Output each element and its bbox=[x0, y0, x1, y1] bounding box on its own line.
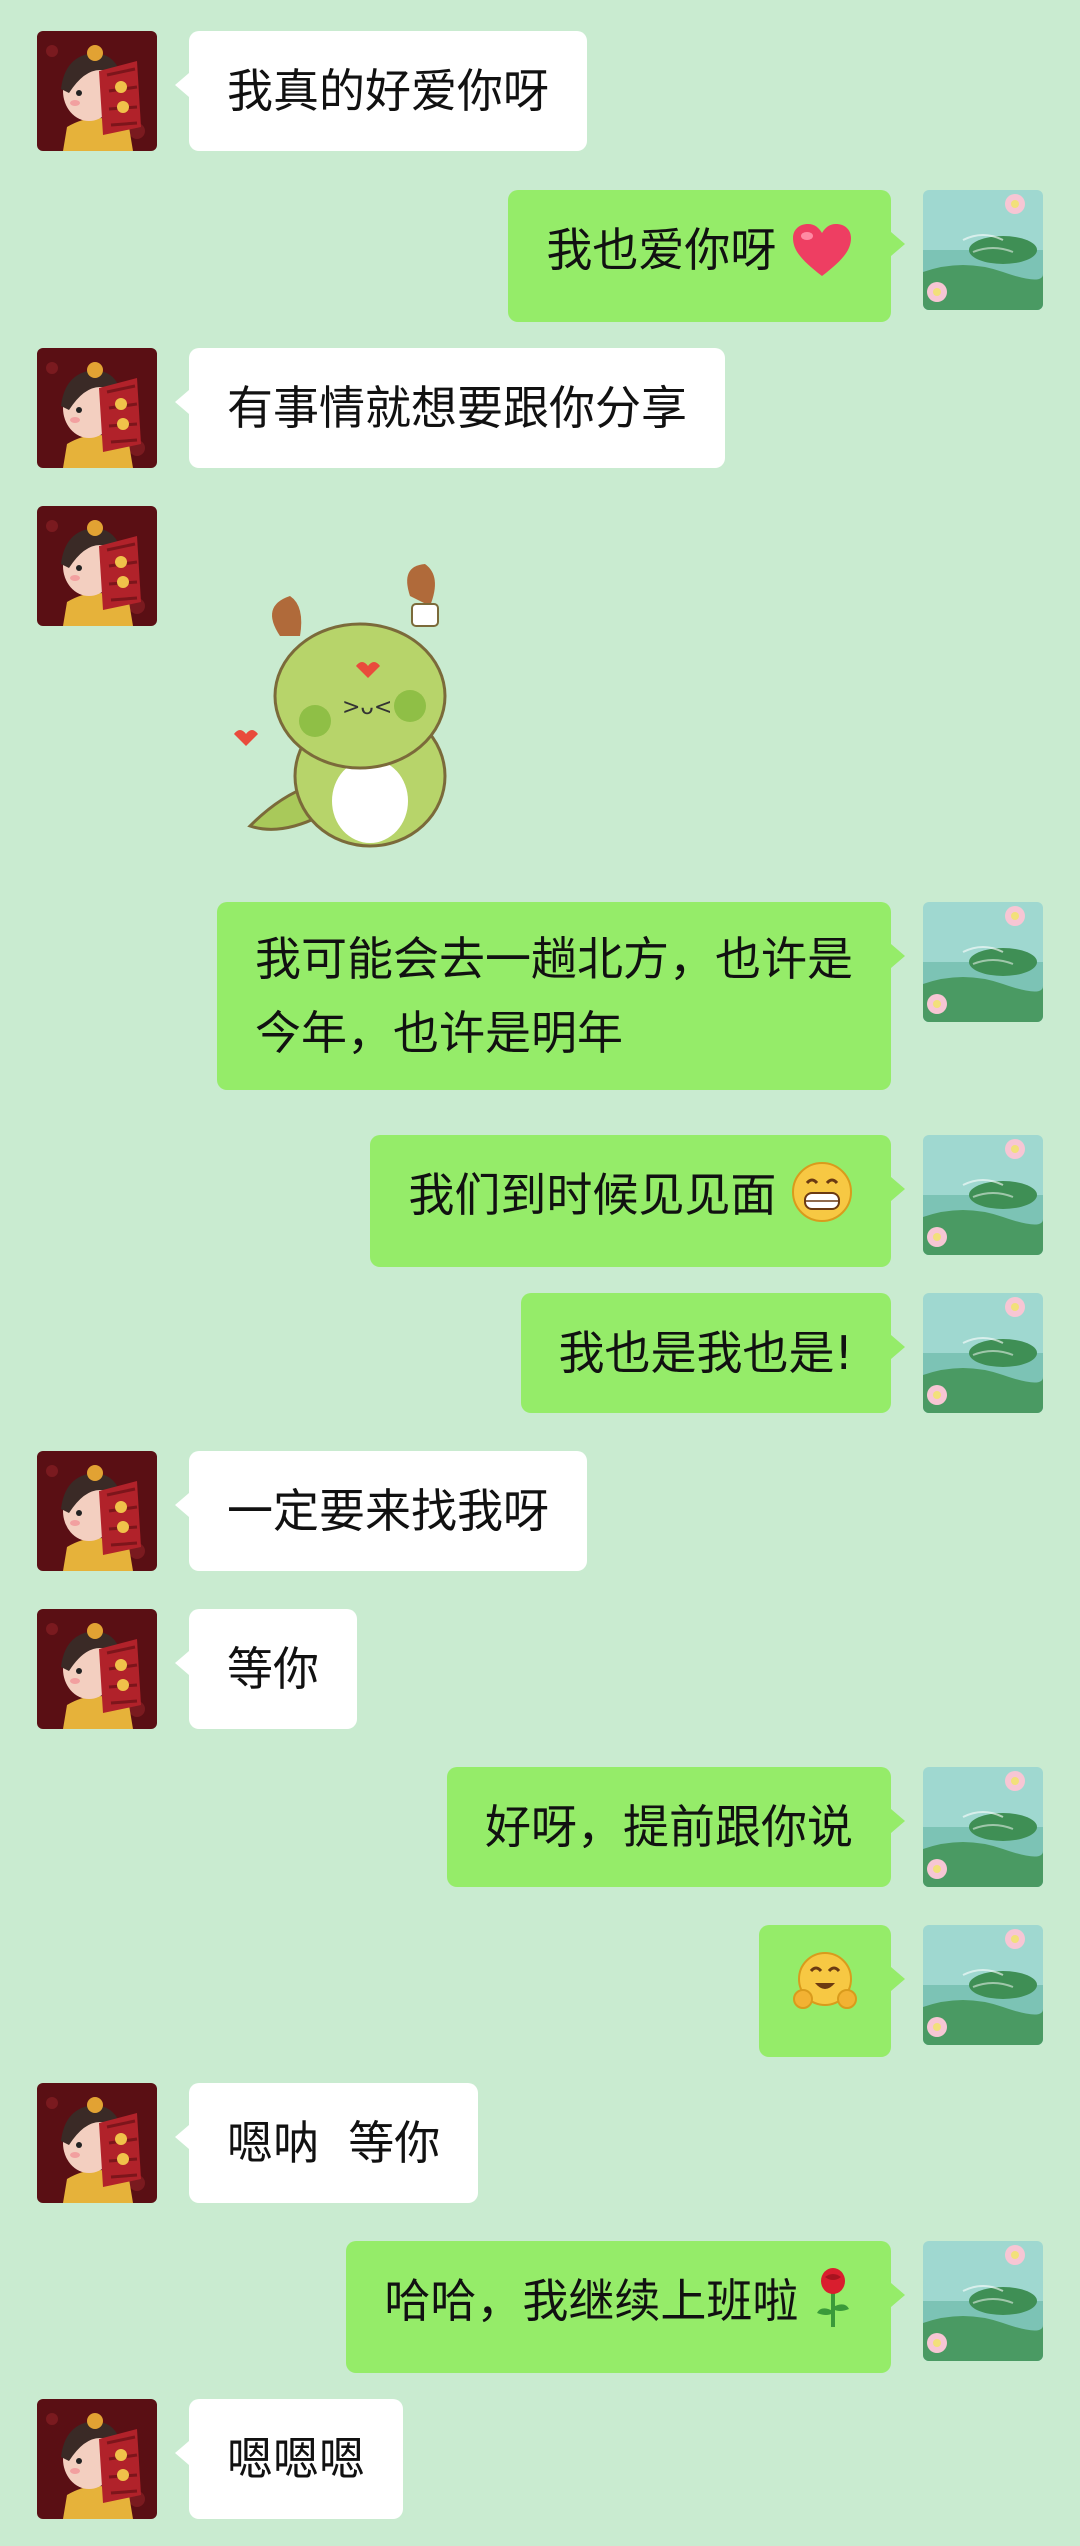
user-avatar[interactable] bbox=[923, 190, 1043, 310]
grin-emoji-icon bbox=[791, 1161, 853, 1243]
message-text: 好呀，提前跟你说 bbox=[485, 1800, 853, 1854]
user-avatar[interactable] bbox=[923, 1767, 1043, 1887]
message-bubble[interactable]: 有事情就想要跟你分享 bbox=[175, 348, 725, 468]
message-bubble[interactable]: 我也爱你呀 bbox=[508, 190, 905, 322]
message-text: 我真的好爱你呀 bbox=[227, 64, 549, 118]
contact-avatar[interactable] bbox=[37, 1609, 157, 1729]
message-bubble[interactable] bbox=[759, 1925, 905, 2057]
message-bubble[interactable]: 等你 bbox=[175, 1609, 357, 1729]
user-avatar[interactable] bbox=[923, 1925, 1043, 2045]
message-bubble[interactable]: 好呀，提前跟你说 bbox=[447, 1767, 905, 1887]
message-bubble[interactable]: 一定要来找我呀 bbox=[175, 1451, 587, 1571]
message-text: 我们到时候见见面 bbox=[408, 1168, 777, 1222]
user-avatar[interactable] bbox=[923, 1293, 1043, 1413]
message-bubble[interactable]: 嗯呐 等你 bbox=[174, 2083, 479, 2203]
message-text: 我也爱你呀 bbox=[546, 223, 777, 277]
message-text-line: 今年，也许是明年 bbox=[255, 1006, 623, 1060]
message-bubble[interactable]: 哈哈，我继续上班啦 bbox=[346, 2241, 905, 2373]
message-bubble[interactable]: 我也是我也是! bbox=[520, 1293, 906, 1413]
contact-avatar[interactable] bbox=[37, 2399, 157, 2519]
user-avatar[interactable] bbox=[923, 2241, 1043, 2361]
message-text-line: 我可能会去一趟北方，也许是 bbox=[255, 932, 853, 986]
message-text: 哈哈，我继续上班啦 bbox=[384, 2274, 799, 2328]
message-bubble[interactable]: 嗯嗯嗯 bbox=[175, 2399, 403, 2519]
green-dragon-sticker[interactable]: >ᴗ< bbox=[220, 546, 510, 856]
message-text: 有事情就想要跟你分享 bbox=[227, 381, 687, 435]
message-bubble[interactable]: 我真的好爱你呀 bbox=[175, 31, 587, 151]
message-text: 等你 bbox=[227, 1642, 319, 1696]
heart-icon bbox=[791, 222, 853, 298]
contact-avatar[interactable] bbox=[37, 1451, 157, 1571]
user-avatar[interactable] bbox=[923, 1135, 1043, 1255]
contact-avatar[interactable] bbox=[37, 506, 157, 626]
message-bubble[interactable]: 我们到时候见见面 bbox=[370, 1135, 905, 1267]
user-avatar[interactable] bbox=[923, 902, 1043, 1022]
message-text: 一定要来找我呀 bbox=[227, 1484, 549, 1538]
contact-avatar[interactable] bbox=[37, 31, 157, 151]
hug-emoji-icon bbox=[793, 1951, 857, 2033]
message-bubble[interactable]: 我可能会去一趟北方，也许是 今年，也许是明年 bbox=[217, 902, 905, 1090]
message-text: 嗯嗯嗯 bbox=[227, 2432, 365, 2486]
message-text: 我也是我也是! bbox=[558, 1326, 853, 1380]
message-text: 嗯呐 等你 bbox=[227, 2116, 441, 2170]
contact-avatar[interactable] bbox=[37, 2083, 157, 2203]
message-row-received: >ᴗ< bbox=[0, 506, 1080, 866]
svg-text:>ᴗ<: >ᴗ< bbox=[342, 695, 392, 720]
contact-avatar[interactable] bbox=[37, 348, 157, 468]
rose-icon bbox=[813, 2267, 853, 2349]
